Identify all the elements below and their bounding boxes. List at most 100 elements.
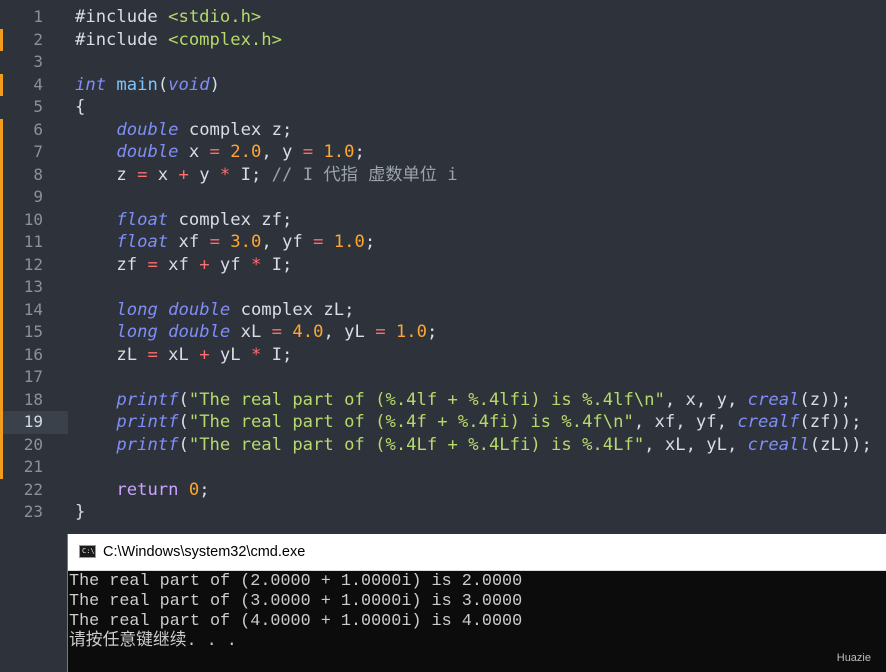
code-token: zL (75, 344, 148, 365)
line-number: 8 (33, 164, 43, 184)
code-line[interactable]: 6 double complex z; (0, 118, 886, 141)
code-token: I; (230, 164, 272, 185)
code-token: = (313, 232, 324, 252)
code-line[interactable]: 18 printf("The real part of (%.4lf + %.4… (0, 388, 886, 411)
code-token: * (250, 344, 262, 365)
code-token: long (116, 299, 158, 320)
line-number: 17 (23, 367, 43, 386)
code-token: printf (116, 389, 179, 410)
code-line[interactable]: 7 double x = 2.0, y = 1.0; (0, 141, 886, 164)
console-line: 请按任意键继续. . . (69, 632, 237, 651)
code-line[interactable]: 8 z = x + y * I; // I 代指 虚数单位 i (0, 163, 886, 186)
code-token: , xL, yL, (644, 434, 748, 455)
code-text: float complex zf; (75, 209, 292, 232)
line-number: 15 (23, 322, 43, 341)
code-token: ; (364, 232, 376, 252)
line-number: 10 (23, 209, 43, 229)
code-line[interactable]: 9 (0, 186, 886, 209)
code-token: ( (178, 434, 189, 455)
line-number: 5 (33, 97, 43, 116)
line-number: 6 (33, 119, 43, 139)
code-token: ; (354, 142, 365, 162)
code-token: ( (157, 74, 169, 95)
console-titlebar[interactable]: C:\ C:\Windows\system32\cmd.exe (68, 534, 886, 571)
code-token: (zf)); (799, 412, 862, 432)
code-line[interactable]: 5{ (0, 96, 886, 119)
code-token: double (116, 142, 179, 162)
code-token: long (116, 322, 158, 342)
code-text: long double xL = 4.0, yL = 1.0; (75, 321, 437, 344)
line-number: 14 (23, 299, 43, 319)
code-token: (zL)); (809, 434, 872, 455)
console-output[interactable]: The real part of (2.0000 + 1.0000i) is 2… (69, 572, 879, 652)
code-line[interactable]: 16 zL = xL + yL * I; (0, 343, 886, 366)
line-number: 7 (33, 142, 43, 161)
line-number: 11 (23, 232, 43, 251)
code-token: creall (747, 434, 810, 455)
code-token: <complex.h> (168, 29, 282, 50)
code-token: yL (209, 344, 251, 365)
code-token: , x, y, (664, 389, 748, 410)
line-number: 2 (33, 29, 43, 49)
code-token: double (116, 119, 179, 140)
code-line[interactable]: 21 (0, 456, 886, 479)
code-line[interactable]: 15 long double xL = 4.0, yL = 1.0; (0, 321, 886, 344)
code-text: #include <stdio.h> (75, 6, 261, 29)
line-number: 22 (23, 479, 43, 499)
code-token: (z)); (799, 389, 852, 410)
code-line[interactable]: 3 (0, 51, 886, 74)
code-token: + (199, 254, 210, 275)
code-token: I; (261, 344, 293, 365)
code-line[interactable]: 11 float xf = 3.0, yf = 1.0; (0, 231, 886, 254)
code-text: float xf = 3.0, yf = 1.0; (75, 231, 375, 254)
code-token: xf (157, 254, 200, 275)
code-line[interactable]: 12 zf = xf + yf * I; (0, 253, 886, 277)
code-line[interactable]: 14 long double complex zL; (0, 298, 886, 322)
code-line[interactable]: 13 (0, 276, 886, 299)
code-token: #include (75, 7, 169, 27)
code-token: "The real part of (%.4Lf + %.4Lfi) is %.… (188, 434, 645, 455)
code-line[interactable]: 22 return 0; (0, 479, 886, 502)
console-window[interactable]: C:\ C:\Windows\system32\cmd.exe The real… (67, 534, 886, 672)
code-line[interactable]: 2 #include <complex.h> (0, 28, 886, 51)
code-token: y (188, 164, 220, 185)
code-token: = (209, 232, 220, 252)
line-number: 1 (33, 7, 43, 26)
code-text: zf = xf + yf * I; (75, 254, 292, 277)
code-token: } (75, 502, 86, 522)
code-text: long double complex zL; (75, 299, 354, 322)
code-token: 4.0 (292, 322, 324, 342)
code-text: double x = 2.0, y = 1.0; (75, 141, 365, 164)
code-token: = (271, 322, 283, 342)
code-token: complex zf; (168, 209, 293, 230)
code-token: float (116, 232, 169, 252)
code-token: , xf, yf, (633, 412, 738, 432)
code-token: = (147, 254, 158, 275)
code-line[interactable]: 19 printf("The real part of (%.4f + %.4f… (0, 411, 886, 434)
code-line[interactable]: 4 int main(void) (0, 73, 886, 96)
code-token: float (116, 209, 169, 230)
code-line[interactable]: 23} (0, 501, 886, 524)
code-token: 1.0 (395, 322, 427, 342)
line-number: 23 (23, 502, 43, 521)
code-token: void (168, 74, 210, 95)
code-line[interactable]: 20 printf("The real part of (%.4Lf + %.4… (0, 433, 886, 456)
code-line[interactable]: 10 float complex zf; (0, 208, 886, 232)
code-line[interactable]: 17 (0, 366, 886, 389)
console-line: The real part of (2.0000 + 1.0000i) is 2… (69, 572, 523, 591)
code-token: complex zL; (230, 299, 355, 320)
code-line[interactable]: 1 #include <stdio.h> (0, 6, 886, 29)
code-token: double (168, 299, 231, 320)
code-token: return (116, 479, 179, 500)
